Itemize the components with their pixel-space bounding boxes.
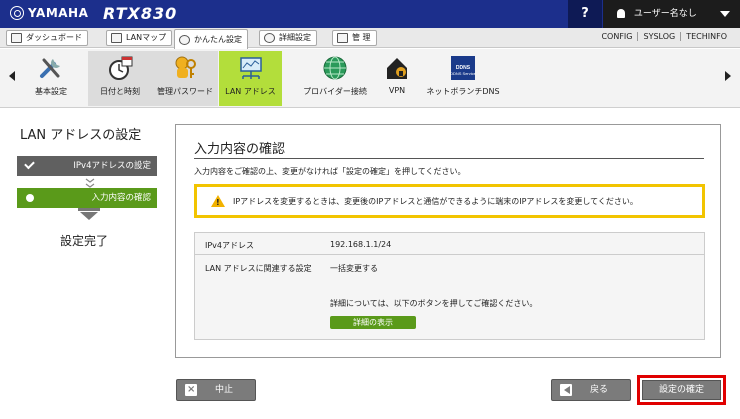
step-complete-label: 設定完了	[60, 234, 109, 248]
tab-dashboard[interactable]: ダッシュボード	[6, 30, 88, 46]
confirm-settings-button[interactable]: 設定の確定	[642, 380, 721, 400]
tab-label: LANマップ	[126, 33, 167, 42]
vpn-icon	[387, 58, 407, 79]
globe-icon	[323, 56, 347, 80]
user-menu[interactable]: ユーザー名なし	[603, 0, 740, 28]
model-name: RTX830	[103, 4, 178, 23]
tab-label: 詳細設定	[279, 33, 311, 42]
tool-date-time[interactable]: 日付と時刻	[88, 51, 152, 106]
tab-easy-setup[interactable]: かんたん設定	[174, 29, 248, 49]
step-label: IPv4アドレスの設定	[73, 161, 151, 171]
dashboard-icon	[11, 33, 22, 43]
check-icon	[24, 158, 35, 170]
basic-settings-icon	[40, 58, 60, 78]
row-value: 192.168.1.1/24	[330, 240, 392, 249]
lan-address-icon	[239, 57, 262, 79]
arrow-down-icon	[80, 212, 98, 220]
back-button[interactable]: 戻る	[551, 379, 631, 401]
top-links: CONFIG SYSLOG TECHINFO	[596, 32, 732, 41]
tab-label: 管 理	[352, 33, 371, 42]
current-step-dot-icon	[26, 194, 34, 202]
row-value: 一括変更する	[330, 264, 378, 273]
warning-text: IPアドレスを変更するときは、変更後のIPアドレスと通信ができるように端末のIP…	[233, 197, 638, 206]
panel-title: 入力内容の確認	[194, 142, 286, 157]
tool-label: ネットボランチDNS	[426, 87, 500, 96]
config-link[interactable]: CONFIG	[596, 32, 637, 41]
wrench-icon	[337, 33, 348, 43]
wizard-icon	[179, 34, 190, 45]
tab-lan-map[interactable]: LANマップ	[106, 30, 173, 46]
svg-text:DDNS Service: DDNS Service	[450, 71, 477, 76]
button-label: 戻る	[590, 385, 609, 395]
help-button[interactable]: ?	[568, 0, 602, 28]
tab-label: かんたん設定	[194, 34, 242, 44]
table-row: IPv4アドレス 192.168.1.1/24	[195, 233, 704, 255]
stepper-title: LAN アドレスの設定	[20, 128, 142, 143]
setup-toolbar: 基本設定 日付と時刻 管理パスワード LAN アドレス プロバイダー接続 VPN…	[0, 49, 740, 108]
title-divider	[194, 158, 704, 159]
step-confirm-input: 入力内容の確認	[17, 188, 157, 208]
tool-lan-address[interactable]: LAN アドレス	[219, 51, 282, 106]
brand-logo: YAMAHA	[10, 6, 88, 20]
tool-label: プロバイダー接続	[303, 87, 367, 96]
scroll-left-icon[interactable]	[9, 71, 15, 81]
tool-label: 管理パスワード	[157, 87, 213, 96]
tool-basic-settings[interactable]: 基本設定	[22, 51, 80, 106]
row-label: LAN アドレスに関連する設定	[205, 264, 312, 273]
clock-icon	[109, 56, 133, 80]
tool-vpn[interactable]: VPN	[380, 51, 414, 106]
scroll-right-icon[interactable]	[725, 71, 731, 81]
tool-provider-connection[interactable]: プロバイダー接続	[298, 51, 372, 106]
yamaha-logo-icon	[10, 6, 24, 20]
panel-instruction: 入力内容をご確認の上、変更がなければ「設定の確定」を押してください。	[194, 167, 466, 176]
step-ipv4-settings[interactable]: IPv4アドレスの設定	[17, 156, 157, 176]
syslog-link[interactable]: SYSLOG	[637, 32, 680, 41]
tool-label: 日付と時刻	[100, 87, 140, 96]
confirm-panel: 入力内容の確認 入力内容をご確認の上、変更がなければ「設定の確定」を押してくださ…	[175, 124, 721, 358]
tool-netvolante-dns[interactable]: DDNS DDNS Service ネットボランチDNS	[422, 51, 504, 106]
brand-name: YAMAHA	[28, 6, 89, 20]
user-name: ユーザー名なし	[633, 9, 697, 19]
top-header: YAMAHA RTX830 ? ユーザー名なし	[0, 0, 740, 28]
warning-box: ! IPアドレスを変更するときは、変更後のIPアドレスと通信ができるように端末の…	[194, 184, 705, 218]
row-note: 詳細については、以下のボタンを押してご確認ください。	[330, 299, 538, 308]
row-label: IPv4アドレス	[205, 241, 255, 250]
show-details-button[interactable]: 詳細の表示	[330, 316, 416, 329]
user-icon	[617, 9, 625, 18]
lan-map-icon	[111, 33, 122, 43]
techinfo-link[interactable]: TECHINFO	[680, 32, 732, 41]
password-key-icon	[175, 56, 196, 78]
confirm-highlight: 設定の確定	[637, 375, 726, 405]
chevron-down-icon	[720, 11, 730, 17]
step-label: 入力内容の確認	[91, 193, 151, 203]
button-label: 中止	[215, 385, 234, 395]
gear-icon	[264, 33, 275, 43]
cancel-button[interactable]: × 中止	[176, 379, 256, 401]
tool-admin-password[interactable]: 管理パスワード	[152, 51, 218, 106]
tool-label: 基本設定	[35, 87, 67, 96]
menu-bar: ダッシュボード LANマップ かんたん設定 詳細設定 管 理 CONFIG SY…	[0, 28, 740, 49]
tab-management[interactable]: 管 理	[332, 30, 377, 46]
settings-table: IPv4アドレス 192.168.1.1/24 LAN アドレスに関連する設定 …	[194, 232, 705, 340]
ddns-icon: DDNS DDNS Service	[450, 56, 477, 80]
tool-label: LAN アドレス	[225, 87, 276, 96]
tool-label: VPN	[388, 86, 406, 95]
tab-label: ダッシュボード	[26, 33, 82, 42]
arrow-bar	[78, 208, 100, 211]
tab-advanced[interactable]: 詳細設定	[259, 30, 317, 46]
